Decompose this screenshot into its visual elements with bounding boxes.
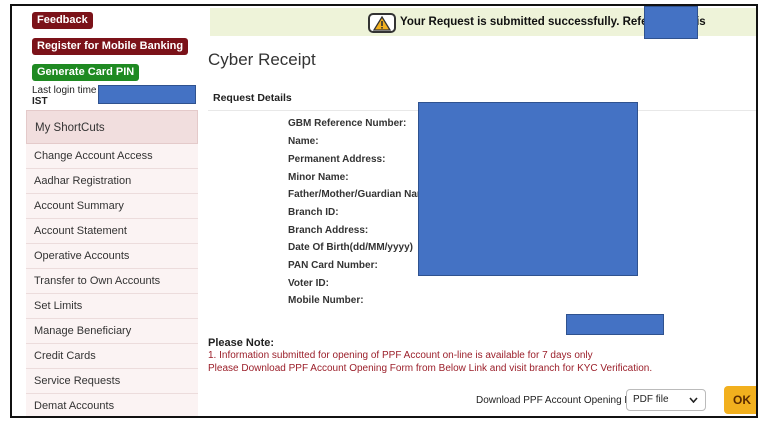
section-title: Request Details <box>213 92 292 104</box>
note-title: Please Note: <box>208 337 275 349</box>
register-mobile-banking-button[interactable]: Register for Mobile Banking <box>32 38 189 55</box>
field-gbm-reference: GBM Reference Number: <box>288 118 407 129</box>
warning-icon <box>368 13 396 33</box>
last-login-label: Last login time : <box>32 85 103 96</box>
redaction-box <box>418 102 638 276</box>
field-date-of-birth: Date Of Birth(dd/MM/yyyy) <box>288 242 414 253</box>
main-content: Your Request is submitted successfully. … <box>208 6 756 416</box>
field-permanent-address: Permanent Address: <box>288 154 386 165</box>
sidebar-item-manage-beneficiary[interactable]: Manage Beneficiary <box>26 319 198 344</box>
download-form-label: Download PPF Account Opening Form: <box>476 395 651 406</box>
sidebar-item-demat-accounts[interactable]: Demat Accounts <box>26 394 198 416</box>
field-minor-name: Minor Name: <box>288 172 349 183</box>
feedback-button[interactable]: Feedback <box>32 12 93 29</box>
field-guardian-name: Father/Mother/Guardian Name: <box>288 189 435 200</box>
sidebar: Feedback Register for Mobile Banking Gen… <box>12 6 198 416</box>
chevron-down-icon <box>689 397 698 403</box>
field-name: Name: <box>288 136 319 147</box>
redaction-box <box>644 6 698 39</box>
download-format-value: PDF file <box>633 394 669 405</box>
last-login-info: Last login time : IST <box>32 85 102 107</box>
browser-frame: Feedback Register for Mobile Banking Gen… <box>10 4 758 418</box>
sidebar-item-aadhar-registration[interactable]: Aadhar Registration <box>26 169 198 194</box>
field-pan-card: PAN Card Number: <box>288 260 378 271</box>
sidebar-item-my-shortcuts[interactable]: My ShortCuts <box>26 110 198 144</box>
note-line: Please Download PPF Account Opening Form… <box>208 363 653 374</box>
sidebar-menu: My ShortCuts Change Account Access Aadha… <box>26 110 198 416</box>
sidebar-item-service-requests[interactable]: Service Requests <box>26 369 198 394</box>
note-line: 1. Information submitted for opening of … <box>208 350 593 361</box>
field-branch-id: Branch ID: <box>288 207 339 218</box>
sidebar-item-transfer-own-accounts[interactable]: Transfer to Own Accounts <box>26 269 198 294</box>
sidebar-item-account-statement[interactable]: Account Statement <box>26 219 198 244</box>
sidebar-item-set-limits[interactable]: Set Limits <box>26 294 198 319</box>
sidebar-item-account-summary[interactable]: Account Summary <box>26 194 198 219</box>
field-branch-address: Branch Address: <box>288 225 369 236</box>
redaction-box <box>98 85 196 104</box>
last-login-timezone: IST <box>32 96 48 107</box>
ok-button[interactable]: OK <box>724 386 756 414</box>
generate-card-pin-button[interactable]: Generate Card PIN <box>32 64 140 81</box>
field-mobile-number: Mobile Number: <box>288 295 364 306</box>
field-voter-id: Voter ID: <box>288 278 329 289</box>
download-format-select[interactable]: PDF file <box>626 389 706 411</box>
sidebar-item-operative-accounts[interactable]: Operative Accounts <box>26 244 198 269</box>
page-title: Cyber Receipt <box>208 50 316 69</box>
sidebar-item-change-account-access[interactable]: Change Account Access <box>26 144 198 169</box>
redaction-box <box>566 314 664 335</box>
sidebar-item-credit-cards[interactable]: Credit Cards <box>26 344 198 369</box>
